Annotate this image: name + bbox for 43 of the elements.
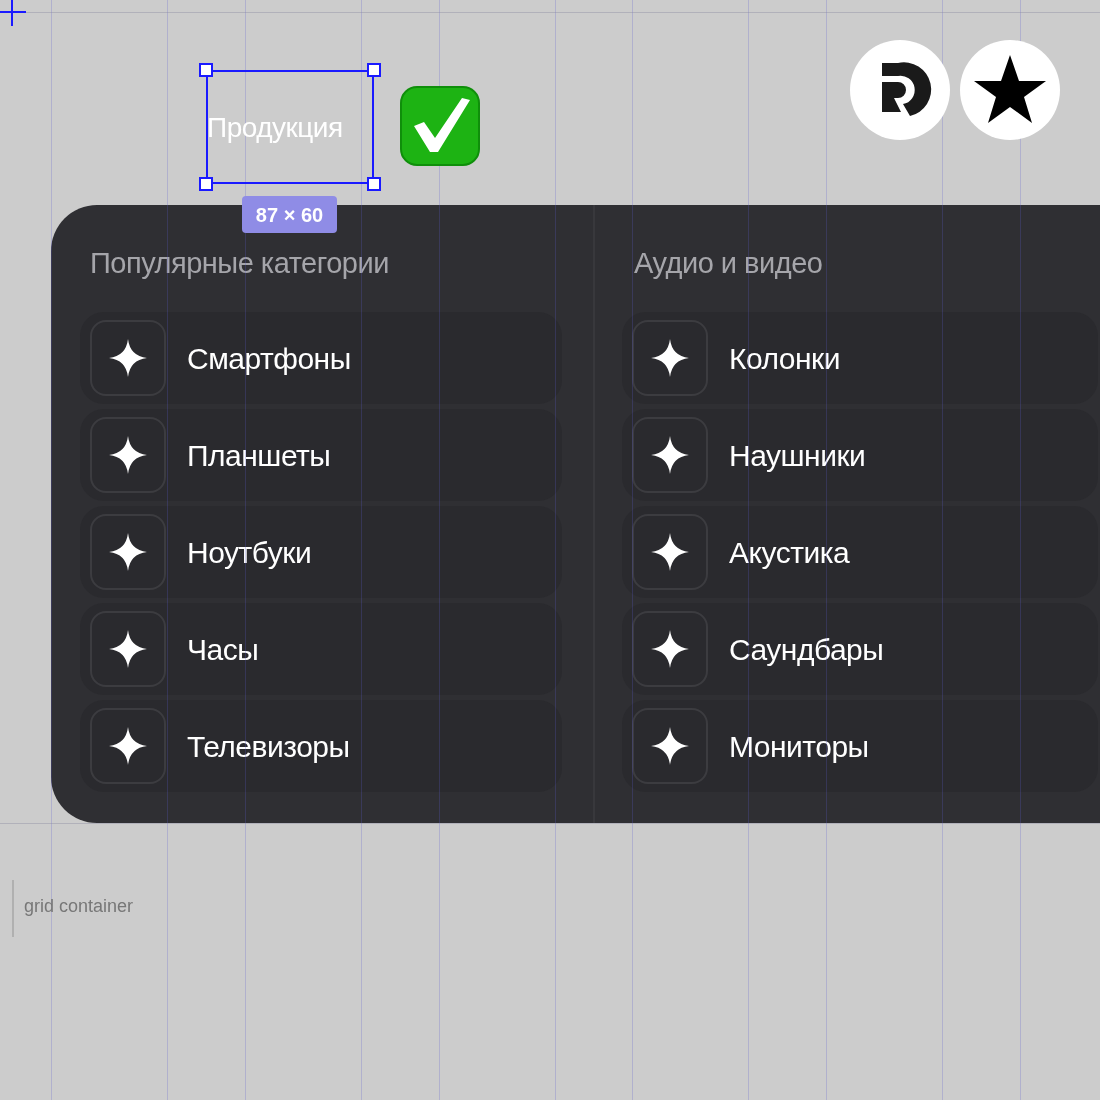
resize-handle[interactable] — [199, 177, 213, 191]
category-item[interactable]: Ноутбуки — [80, 506, 562, 598]
category-label: Мониторы — [729, 728, 869, 765]
column-heading: Аудио и видео — [633, 246, 824, 281]
container-label: grid container — [24, 895, 134, 917]
sparkle-icon — [109, 339, 147, 377]
column-heading: Популярные категории — [89, 246, 390, 281]
category-label: Саундбары — [729, 631, 884, 668]
sparkle-icon — [109, 630, 147, 668]
category-label: Часы — [187, 631, 259, 668]
category-label: Планшеты — [187, 437, 331, 474]
category-item[interactable]: Наушники — [622, 409, 1098, 501]
category-label: Наушники — [729, 437, 866, 474]
sparkle-icon — [651, 533, 689, 571]
resize-handle[interactable] — [367, 177, 381, 191]
category-item[interactable]: Планшеты — [80, 409, 562, 501]
category-label: Телевизоры — [187, 728, 350, 765]
category-item[interactable]: Акустика — [622, 506, 1098, 598]
category-label: Колонки — [729, 340, 840, 377]
category-label: Смартфоны — [187, 340, 351, 377]
logo-icon[interactable] — [850, 40, 950, 140]
category-item[interactable]: Колонки — [622, 312, 1098, 404]
category-item[interactable]: Смартфоны — [80, 312, 562, 404]
sparkle-icon — [109, 727, 147, 765]
resize-handle[interactable] — [367, 63, 381, 77]
sparkle-icon — [651, 727, 689, 765]
category-item[interactable]: Саундбары — [622, 603, 1098, 695]
category-item[interactable]: Телевизоры — [80, 700, 562, 792]
resize-handle[interactable] — [199, 63, 213, 77]
category-label: Ноутбуки — [187, 534, 312, 571]
category-item[interactable]: Мониторы — [622, 700, 1098, 792]
sparkle-icon — [109, 436, 147, 474]
sparkle-icon — [651, 630, 689, 668]
crosshair-icon — [0, 0, 26, 26]
check-icon — [400, 86, 480, 166]
sparkle-icon — [109, 533, 147, 571]
size-badge: 87 × 60 — [242, 196, 337, 233]
selected-text: Продукция — [207, 111, 343, 145]
sparkle-icon — [651, 339, 689, 377]
selection-frame[interactable] — [206, 70, 374, 184]
category-label: Акустика — [729, 534, 850, 571]
sparkle-icon — [651, 436, 689, 474]
category-item[interactable]: Часы — [80, 603, 562, 695]
